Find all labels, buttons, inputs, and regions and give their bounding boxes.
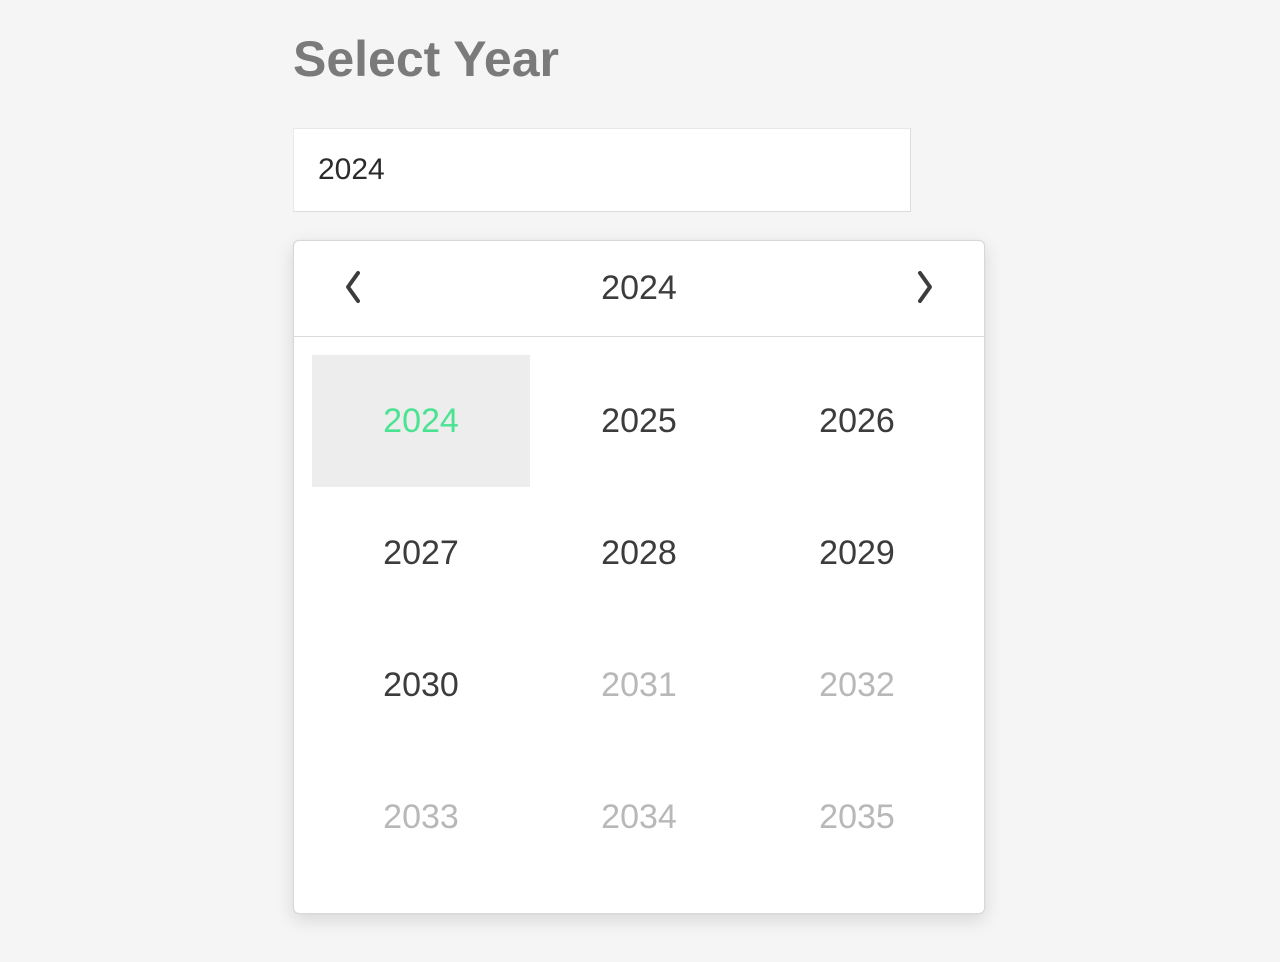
year-cell-2027[interactable]: 2027 (312, 487, 530, 619)
year-cell-2035: 2035 (748, 751, 966, 883)
prev-button[interactable] (314, 249, 394, 329)
year-cell-2031: 2031 (530, 619, 748, 751)
year-cell-2024[interactable]: 2024 (312, 355, 530, 487)
picker-header: 2024 (294, 241, 984, 337)
year-cell-2029[interactable]: 2029 (748, 487, 966, 619)
year-cell-2033: 2033 (312, 751, 530, 883)
page-title: Select Year (293, 30, 1280, 88)
year-cell-2026[interactable]: 2026 (748, 355, 966, 487)
header-year-label[interactable]: 2024 (601, 269, 677, 308)
year-input[interactable] (293, 128, 911, 212)
year-cell-2025[interactable]: 2025 (530, 355, 748, 487)
year-cell-2034: 2034 (530, 751, 748, 883)
year-cell-2030[interactable]: 2030 (312, 619, 530, 751)
chevron-right-icon (914, 270, 934, 307)
year-cell-2032: 2032 (748, 619, 966, 751)
next-button[interactable] (884, 249, 964, 329)
chevron-left-icon (344, 270, 364, 307)
year-grid: 202420252026 202720282029 203020312032 2033… (294, 337, 984, 913)
year-cell-2028[interactable]: 2028 (530, 487, 748, 619)
year-picker: 2024 20242025202620272028202920302031203… (293, 240, 985, 914)
